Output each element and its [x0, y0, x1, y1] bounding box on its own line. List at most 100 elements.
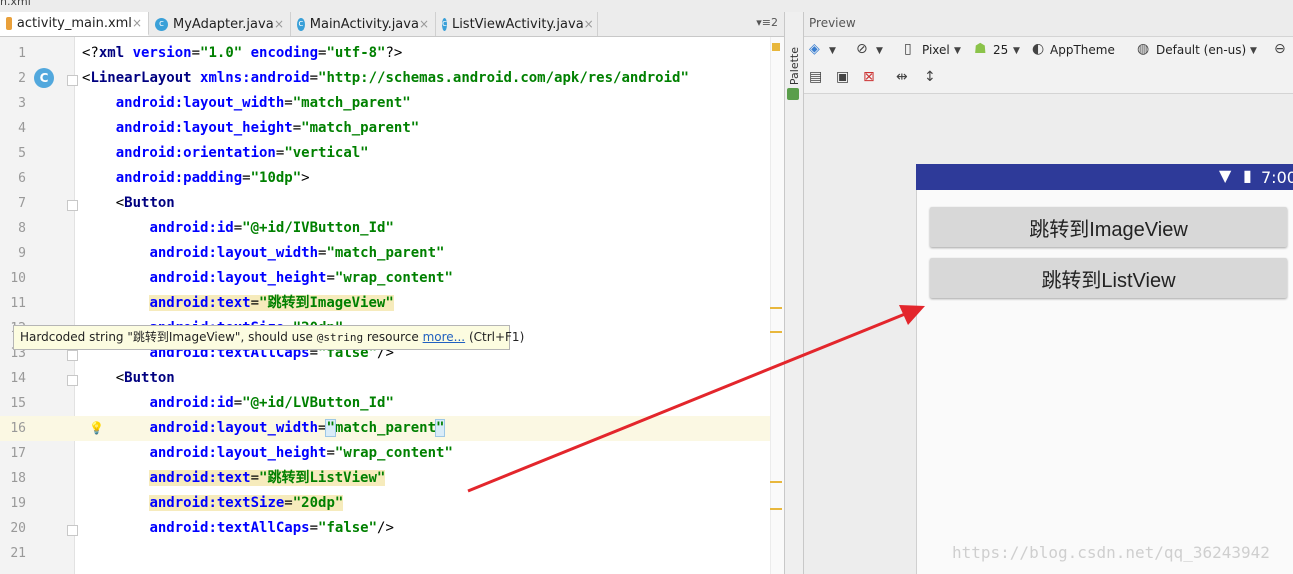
code-line[interactable]: 18 android:text="跳转到ListView": [0, 466, 784, 491]
java-class-icon: c: [155, 17, 168, 31]
chevron-down-icon[interactable]: ▼: [829, 46, 836, 56]
code-line[interactable]: 9 android:layout_width="match_parent": [0, 241, 784, 266]
chevron-down-icon[interactable]: ▼: [876, 46, 883, 56]
listview-button[interactable]: 跳转到ListView: [930, 258, 1287, 298]
globe-icon: ◍: [1137, 41, 1150, 57]
chevron-down-icon[interactable]: ▼: [954, 46, 961, 56]
line-text: android:layout_height="wrap_content": [149, 270, 453, 286]
expand-horizontal-icon[interactable]: ⇹: [896, 69, 908, 85]
theme-selector[interactable]: AppTheme: [1050, 43, 1115, 57]
clear-constraints-icon[interactable]: ⊠: [863, 69, 875, 85]
line-number: 14: [10, 371, 26, 386]
chevron-down-icon[interactable]: ▼: [1013, 46, 1020, 56]
line-text: android:text="跳转到ImageView": [149, 295, 394, 311]
fold-marker-icon[interactable]: [67, 75, 78, 86]
line-text: android:layout_height="match_parent": [115, 120, 420, 136]
line-text: android:text="跳转到ListView": [149, 470, 386, 486]
expand-vertical-icon[interactable]: ↕: [924, 69, 936, 85]
preview-toolbar: ◈ ▼ ⊘ ▼ ▯ Pixel ▼ ☗ 25 ▼ ◐ AppTheme ◍ De…: [804, 37, 1293, 65]
palette-tab[interactable]: Palette: [788, 47, 801, 85]
line-text: android:textSize="20dp": [149, 495, 344, 511]
fold-marker-icon[interactable]: [67, 525, 78, 536]
device-dropdown[interactable]: Pixel: [922, 43, 950, 57]
code-line[interactable]: 1 <?xml version="1.0" encoding="utf-8"?>: [0, 41, 784, 66]
tooltip-text: resource: [363, 330, 423, 344]
tab-listviewactivity-java[interactable]: c ListViewActivity.java ×: [436, 12, 598, 36]
line-number: 6: [18, 171, 26, 186]
window-partial-title: n.xml: [0, 0, 31, 8]
code-line[interactable]: 21: [0, 541, 784, 566]
palette-icon[interactable]: [787, 88, 799, 100]
warning-stripe-mark[interactable]: [770, 331, 782, 333]
code-line[interactable]: 15 android:id="@+id/LVButton_Id": [0, 391, 784, 416]
code-line[interactable]: 5 android:orientation="vertical": [0, 141, 784, 166]
zoom-out-icon[interactable]: ⊖: [1274, 41, 1286, 57]
editor-tab-bar: activity_main.xml × c MyAdapter.java × c…: [0, 12, 784, 37]
close-icon[interactable]: ×: [274, 17, 284, 31]
tab-activity-main-xml[interactable]: activity_main.xml ×: [0, 12, 149, 36]
tabs-overflow-button[interactable]: ▾≡2: [756, 16, 778, 29]
fold-marker-icon[interactable]: [67, 200, 78, 211]
fold-marker-icon[interactable]: [67, 350, 78, 361]
code-line[interactable]: 20 android:textAllCaps="false"/>: [0, 516, 784, 541]
line-text: <LinearLayout xmlns:android="http://sche…: [82, 70, 689, 86]
watermark: https://blog.csdn.net/qq_36243942: [952, 543, 1270, 562]
code-editor[interactable]: 1 <?xml version="1.0" encoding="utf-8"?>…: [0, 37, 784, 574]
code-line[interactable]: 7 <Button: [0, 191, 784, 216]
line-text: <Button: [115, 195, 175, 211]
close-icon[interactable]: ×: [584, 17, 594, 31]
code-line-current[interactable]: 16 android:layout_width="match_parent": [0, 416, 784, 441]
warning-stripe-mark[interactable]: [770, 481, 782, 483]
line-number: 5: [18, 146, 26, 161]
code-line[interactable]: 19 android:textSize="20dp": [0, 491, 784, 516]
line-number: 10: [10, 271, 26, 286]
layers-icon[interactable]: ◈: [809, 41, 820, 57]
warning-stripe-mark[interactable]: [770, 508, 782, 510]
status-time: 7:00: [1261, 168, 1293, 187]
preview-title: Preview: [809, 16, 856, 30]
code-line[interactable]: 11 android:text="跳转到ImageView": [0, 291, 784, 316]
line-number: 7: [18, 196, 26, 211]
locale-dropdown[interactable]: Default (en-us): [1156, 43, 1246, 57]
tab-label: MainActivity.java: [309, 16, 419, 32]
warning-stripe-mark[interactable]: [770, 307, 782, 309]
code-line[interactable]: 4 android:layout_height="match_parent": [0, 116, 784, 141]
code-line[interactable]: 3 android:layout_width="match_parent": [0, 91, 784, 116]
tab-myadapter-java[interactable]: c MyAdapter.java ×: [149, 12, 291, 36]
code-line[interactable]: 8 android:id="@+id/IVButton_Id": [0, 216, 784, 241]
code-line[interactable]: 10 android:layout_height="wrap_content": [0, 266, 784, 291]
line-number: 19: [10, 496, 26, 511]
api-level-dropdown[interactable]: 25: [993, 43, 1008, 57]
lightbulb-icon[interactable]: 💡: [89, 421, 104, 435]
preview-toolbar-secondary: ▤ ▣ ⊠ ⇹ ↕: [804, 65, 1293, 94]
line-number: 18: [10, 471, 26, 486]
line-number: 8: [18, 221, 26, 236]
class-reference-icon[interactable]: C: [34, 68, 54, 88]
line-text: android:orientation="vertical": [115, 145, 369, 161]
autoconnect-icon[interactable]: ▣: [836, 69, 849, 85]
tab-mainactivity-java[interactable]: c MainActivity.java ×: [291, 12, 436, 36]
close-icon[interactable]: ×: [132, 16, 142, 30]
tab-label: activity_main.xml: [16, 15, 132, 31]
device-icon[interactable]: ▯: [904, 41, 912, 57]
java-class-icon: c: [297, 17, 305, 31]
blueprint-icon[interactable]: ▤: [809, 69, 822, 85]
tooltip-more-link[interactable]: more...: [423, 330, 466, 344]
device-status-bar: ▼ ▮ 7:00: [916, 164, 1293, 190]
code-line[interactable]: 17 android:layout_height="wrap_content": [0, 441, 784, 466]
tooltip-code: @string: [316, 331, 364, 344]
warning-indicator-icon[interactable]: [772, 43, 780, 51]
imageview-button[interactable]: 跳转到ImageView: [930, 207, 1287, 247]
tab-label: ListViewActivity.java: [451, 16, 584, 32]
code-line[interactable]: 14 <Button: [0, 366, 784, 391]
chevron-down-icon[interactable]: ▼: [1250, 46, 1257, 56]
orientation-icon[interactable]: ⊘: [856, 41, 868, 57]
code-line[interactable]: 6 android:padding="10dp">: [0, 166, 784, 191]
line-text: android:textAllCaps="false"/>: [149, 520, 394, 536]
code-line[interactable]: 2 <LinearLayout xmlns:android="http://sc…: [0, 66, 784, 91]
line-text: android:layout_width="match_parent": [115, 95, 411, 111]
error-stripe[interactable]: [770, 37, 784, 574]
close-icon[interactable]: ×: [419, 17, 429, 31]
line-text: android:layout_width="match_parent": [149, 245, 445, 261]
fold-marker-icon[interactable]: [67, 375, 78, 386]
